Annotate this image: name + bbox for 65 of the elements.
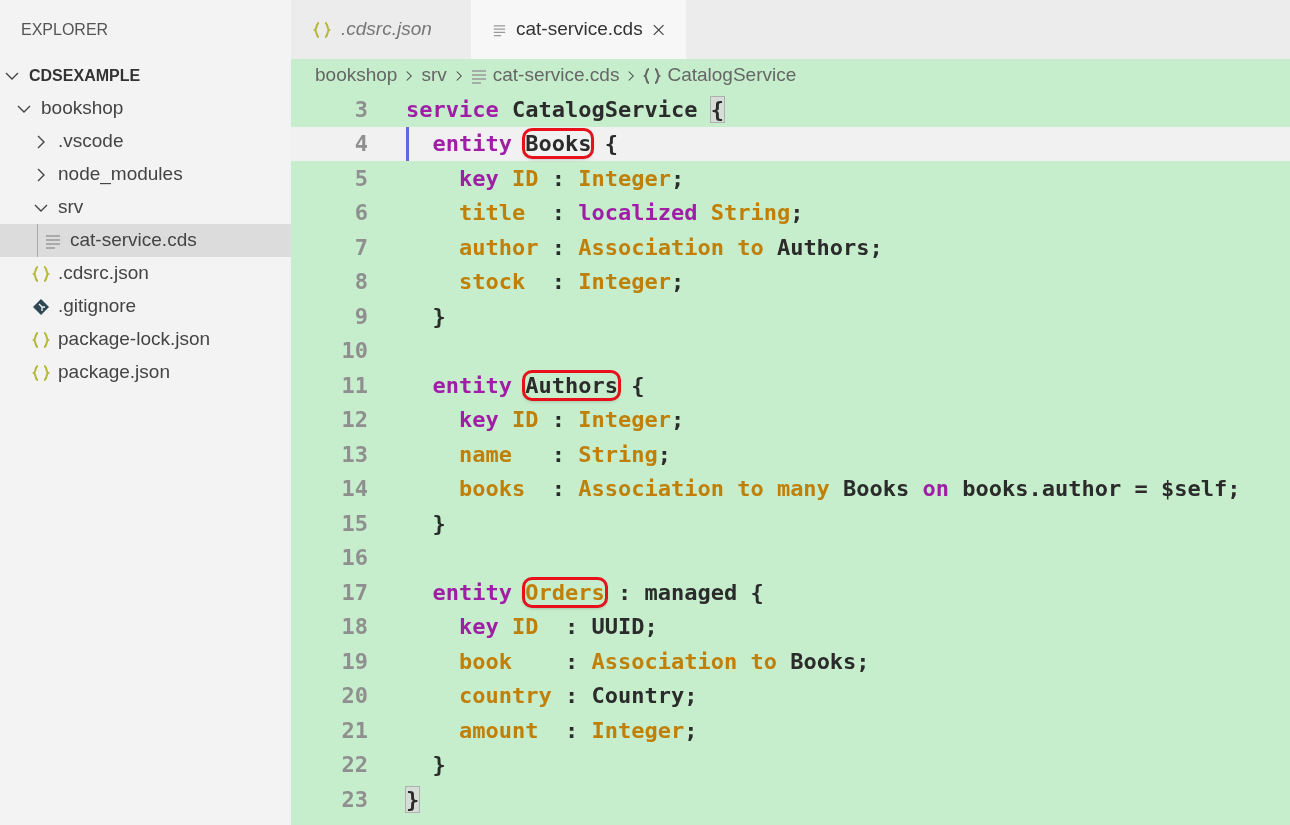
tree-item[interactable]: CDSEXAMPLE xyxy=(0,59,291,92)
breadcrumb-item[interactable]: cat-service.cds xyxy=(492,61,620,90)
line-number: 12 xyxy=(340,406,368,435)
tree-item[interactable]: srv xyxy=(0,191,291,224)
code-line: stock : Integer; xyxy=(457,268,685,297)
line-number: 4 xyxy=(353,130,368,159)
code-line: } xyxy=(431,751,446,780)
sidebar-title: EXPLORER xyxy=(21,19,109,40)
line-number: 21 xyxy=(340,716,368,745)
line-number: 18 xyxy=(340,613,368,642)
line-number: 20 xyxy=(340,682,368,711)
text-file-icon xyxy=(45,232,61,249)
braces-icon xyxy=(32,330,50,349)
line-number: 14 xyxy=(340,475,368,504)
line-number: 5 xyxy=(353,164,368,193)
code-line: book : Association to Books; xyxy=(457,647,870,676)
tree-item[interactable]: cat-service.cds xyxy=(0,224,291,257)
line-number: 17 xyxy=(340,578,368,607)
editor-tab[interactable]: .cdsrc.json xyxy=(291,0,471,59)
code-line: amount : Integer; xyxy=(457,716,698,745)
line-number: 19 xyxy=(340,647,368,676)
code-line: } xyxy=(431,509,446,538)
code-line: books : Association to many Books on books.author = $self; xyxy=(457,475,1241,504)
line-number: 22 xyxy=(340,751,368,780)
tree-item[interactable]: bookshop xyxy=(0,92,291,125)
tree-item[interactable]: node_modules xyxy=(0,158,291,191)
line-number: 13 xyxy=(340,440,368,469)
code-line: key ID : UUID; xyxy=(457,613,658,642)
line-number: 9 xyxy=(353,302,368,331)
code-line: entity Orders : managed { xyxy=(406,575,764,609)
code-line: name : String; xyxy=(457,440,671,469)
line-number: 7 xyxy=(353,233,368,262)
tree-item[interactable]: package-lock.json xyxy=(0,323,291,356)
breadcrumb-item[interactable]: srv xyxy=(421,61,447,90)
line-number: 6 xyxy=(353,199,368,228)
braces-icon xyxy=(643,66,662,85)
line-number: 10 xyxy=(340,337,368,366)
close-icon[interactable] xyxy=(652,22,664,37)
code-line: key ID : Integer; xyxy=(457,164,685,193)
code-line: entity Authors { xyxy=(406,368,645,402)
line-number: 23 xyxy=(340,785,368,814)
editor-tab[interactable]: cat-service.cds xyxy=(471,0,686,59)
breadcrumb-item[interactable]: bookshop xyxy=(315,61,398,90)
code-line: entity Books { xyxy=(406,127,618,161)
code-line: country : Country; xyxy=(457,682,698,711)
code-line: key ID : Integer; xyxy=(457,406,685,435)
braces-icon xyxy=(32,363,50,382)
git-diamond-icon xyxy=(32,297,50,316)
code-line: author : Association to Authors; xyxy=(457,233,883,262)
code-line: title : localized String; xyxy=(457,199,804,228)
text-file-icon xyxy=(470,67,487,84)
line-number: 16 xyxy=(340,544,368,573)
line-number: 8 xyxy=(353,268,368,297)
tree-item[interactable]: package.json xyxy=(0,356,291,389)
line-number: 15 xyxy=(340,509,368,538)
code-line: service CatalogService { xyxy=(406,95,724,124)
tree-item[interactable]: .cdsrc.json xyxy=(0,257,291,290)
code-line: } xyxy=(431,302,446,331)
line-number: 3 xyxy=(353,95,368,124)
line-number: 11 xyxy=(340,371,368,400)
braces-icon xyxy=(32,264,50,283)
tree-item[interactable]: .gitignore xyxy=(0,290,291,323)
tree-item[interactable]: .vscode xyxy=(0,125,291,158)
breadcrumb-item[interactable]: CatalogService xyxy=(667,61,797,90)
braces-icon xyxy=(313,20,331,39)
